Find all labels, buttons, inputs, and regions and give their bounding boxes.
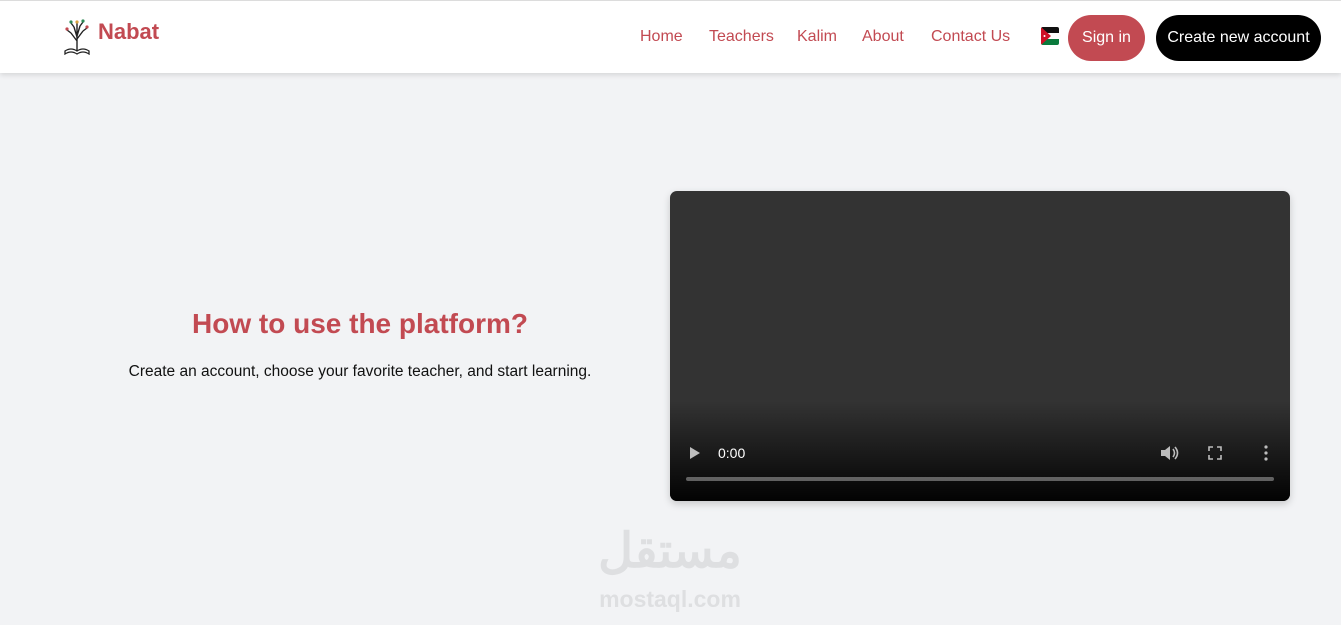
hero-subtitle: Create an account, choose your favorite … [128,363,592,380]
fullscreen-icon[interactable] [1208,446,1222,460]
video-progress-bar[interactable] [686,477,1274,481]
video-time: 0:00 [718,445,746,461]
nav-link-contact[interactable]: Contact Us [931,28,1010,46]
video-controls-gradient [670,401,1290,501]
nav-link-home[interactable]: Home [640,28,683,46]
video-player[interactable]: 0:00 [670,191,1290,501]
site-header: Nabat Home Teachers Kalim About Contact … [0,0,1341,73]
sign-in-button[interactable]: Sign in [1068,15,1145,61]
nav-link-kalim[interactable]: Kalim [797,28,837,46]
play-icon[interactable] [688,446,702,460]
nav-link-teachers[interactable]: Teachers [709,28,774,46]
jordan-flag-icon[interactable] [1041,27,1059,45]
watermark-arabic: مستقل [598,525,742,578]
more-options-icon[interactable] [1260,444,1272,462]
watermark-latin: mostaql.com [599,586,741,612]
hero-title: How to use the platform? [192,308,528,339]
create-account-button[interactable]: Create new account [1156,15,1321,61]
volume-icon[interactable] [1160,444,1180,462]
nav-link-about[interactable]: About [862,28,904,46]
